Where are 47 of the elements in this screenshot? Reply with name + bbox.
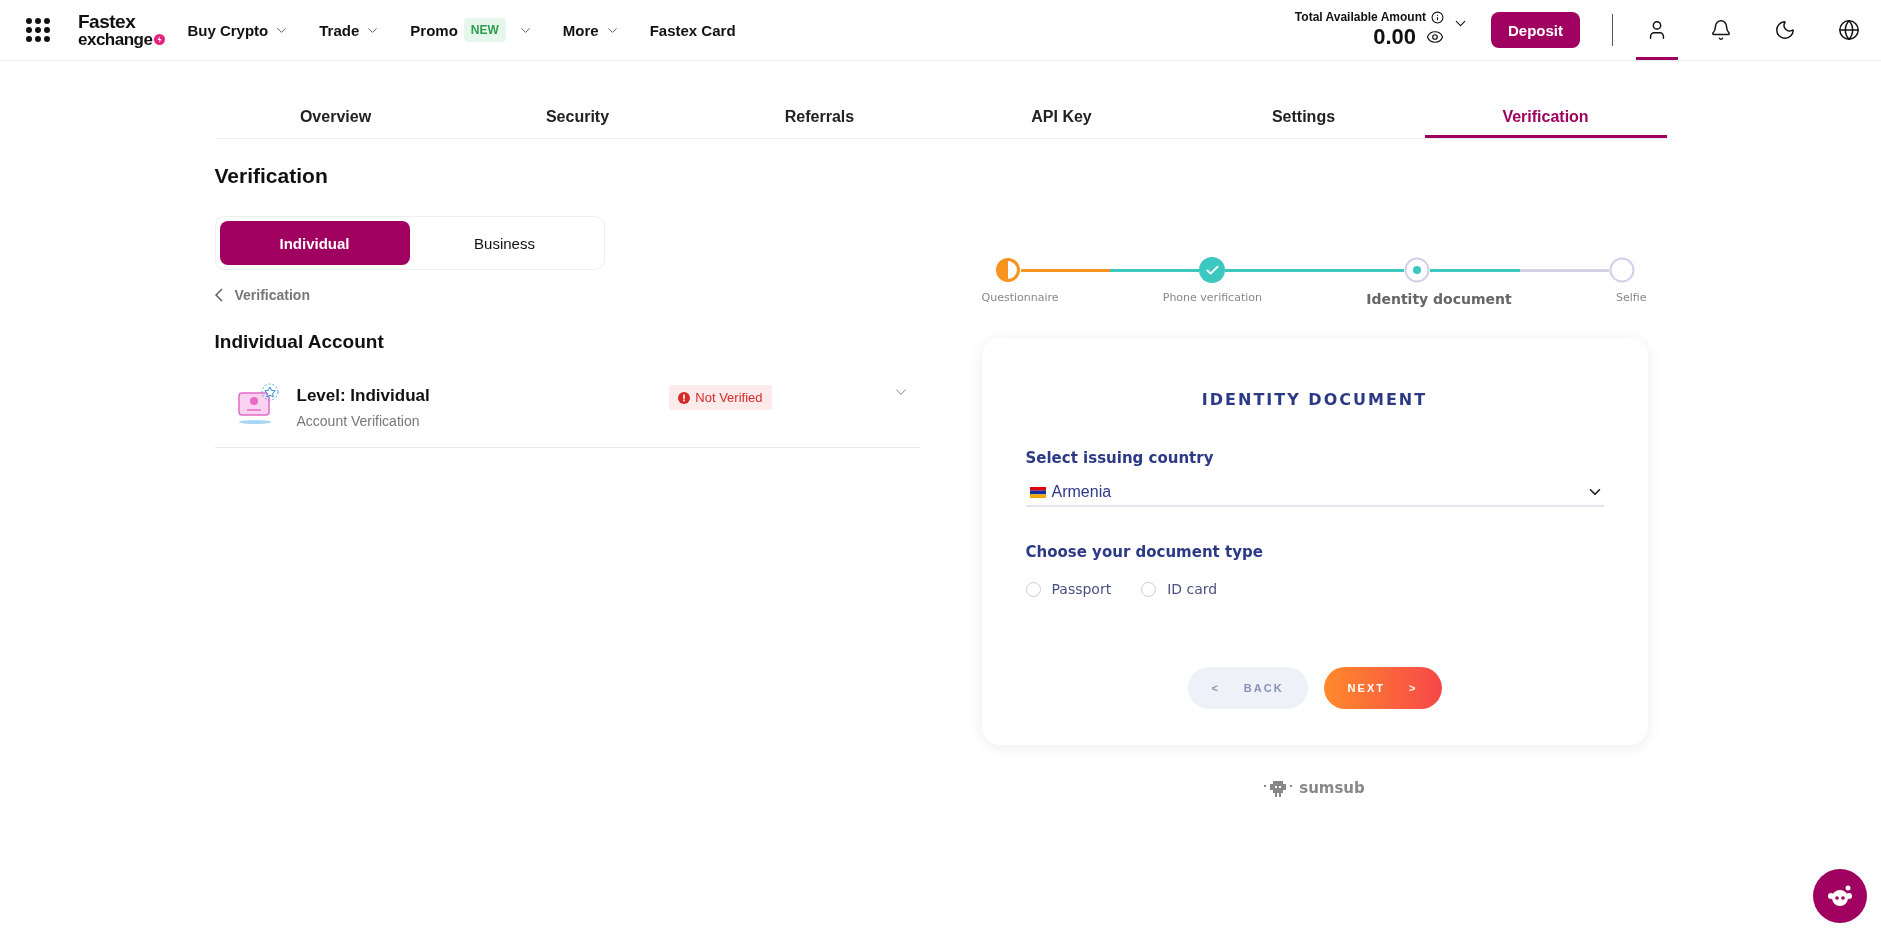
field-label: Choose your document type [1025,543,1264,561]
nav-link[interactable]: Buy Crypto [187,21,290,39]
step-label: Selfie [1616,291,1647,306]
level-subtitle: Account Verification [296,413,421,429]
bolt-icon [154,34,166,45]
eye-icon[interactable] [1426,28,1444,46]
page-title: Verification [214,164,329,188]
step-label: Phone verification [1162,291,1262,306]
nav-link[interactable]: Promo NEW [410,18,533,42]
field-label: Select issuing country [1025,449,1215,467]
provider-name: sumsub [1299,779,1365,797]
moon-icon [1774,19,1796,41]
nav-link[interactable]: Fastex Card [649,21,736,39]
nav-link[interactable]: More [562,21,620,39]
info-icon [1431,10,1444,24]
tab[interactable]: Security [456,105,699,138]
step-label: Identity document [1366,291,1512,307]
chat-bot-button[interactable] [1813,869,1867,923]
deposit-button[interactable]: Deposit [1491,12,1580,48]
flag-icon [1029,486,1046,498]
back-link[interactable]: Verification [214,287,920,303]
account-type-option[interactable]: Individual [219,221,410,265]
document-type-radio[interactable]: Passport [1025,581,1112,597]
card-title: IDENTITY DOCUMENT [1200,390,1429,409]
document-type-radio[interactable]: ID card [1141,581,1218,597]
logo[interactable]: Fastex exchange [78,12,166,48]
apps-grid-icon[interactable] [26,18,50,42]
tab[interactable]: Overview [214,105,457,138]
id-card-star-drawing [236,383,281,425]
balance-amount: 0.00 [1373,24,1416,50]
globe-icon [1838,19,1860,41]
tab[interactable]: API Key [940,105,1183,138]
level-title: Level: Individual [296,386,430,406]
balance-label: Total Available Amount [1294,10,1426,24]
chevron-left-icon [214,288,223,302]
status-badge: Not Verified [669,385,772,410]
step-label: Questionnaire [981,291,1059,306]
tab[interactable]: Referrals [698,105,941,138]
account-type-option[interactable]: Business [409,221,600,265]
new-badge: NEW [463,18,506,42]
country-select[interactable]: Armenia [1025,483,1604,507]
tab[interactable]: Settings [1182,105,1425,138]
bell-icon [1710,19,1732,41]
nav-link[interactable]: Trade [319,21,381,39]
robot-face-icon [1827,885,1853,907]
section-title: Individual Account [214,331,385,353]
tab[interactable]: Verification [1424,105,1667,138]
